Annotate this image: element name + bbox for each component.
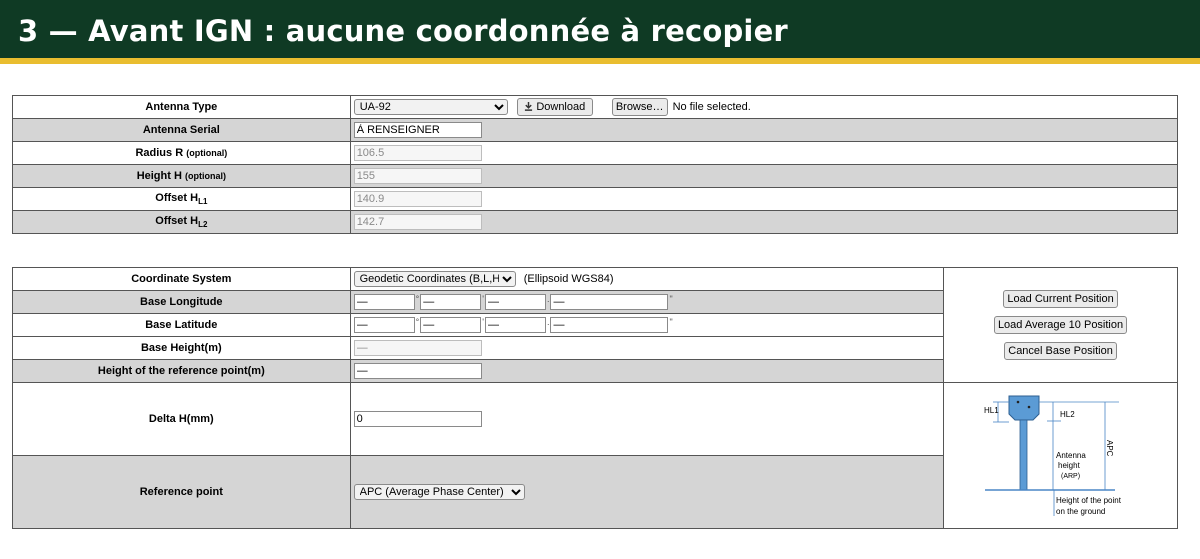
antenna-serial-cell bbox=[349, 118, 1179, 142]
height-label: Height H bbox=[136, 170, 182, 182]
download-icon bbox=[525, 102, 533, 111]
height-optional: (optional) bbox=[184, 171, 226, 181]
latitude-fraction-input[interactable] bbox=[550, 317, 669, 333]
apc-text: APC bbox=[1105, 440, 1114, 457]
reference-point-label: Reference point bbox=[12, 455, 351, 529]
antenna-type-cell: UA-92 Download Browse… No file selected. bbox=[349, 95, 1179, 119]
offset-l2-sub: L2 bbox=[198, 220, 208, 229]
longitude-minutes-input[interactable] bbox=[420, 294, 482, 310]
base-longitude-label: Base Longitude bbox=[12, 290, 351, 314]
minute-sep: ' bbox=[482, 294, 484, 304]
offset-l1-label-cell: Offset HL1 bbox=[12, 187, 351, 211]
delta-h-row: Delta H(mm) HL1 bbox=[12, 382, 1178, 529]
degree-sep: ° bbox=[415, 317, 420, 327]
page-title: 3 — Avant IGN : aucune coordonnée à reco… bbox=[18, 14, 788, 48]
longitude-fraction-input[interactable] bbox=[550, 294, 669, 310]
base-height-label: Base Height(m) bbox=[12, 336, 351, 360]
hl1-text: HL1 bbox=[984, 406, 999, 415]
base-table: Coordinate System Geodetic Coordinates (… bbox=[12, 267, 1178, 529]
ref-height-label: Height of the reference point(m) bbox=[12, 359, 351, 383]
ellipsoid-label: (Ellipsoid WGS84) bbox=[523, 272, 614, 285]
load-average-position-button[interactable]: Load Average 10 Position bbox=[993, 316, 1128, 334]
offset-l1-row: Offset HL1 bbox=[12, 187, 1179, 211]
antenna-head bbox=[1008, 395, 1040, 421]
height-label-cell: Height H (optional) bbox=[12, 164, 351, 188]
antenna-dot bbox=[1016, 400, 1019, 404]
offset-l1-cell bbox=[349, 187, 1179, 211]
latitude-seconds-input[interactable] bbox=[484, 317, 546, 333]
delta-h-input[interactable] bbox=[353, 411, 482, 427]
coordinate-system-select[interactable]: Geodetic Coordinates (B,L,H) bbox=[353, 271, 516, 287]
offset-l1-sub: L1 bbox=[198, 197, 208, 206]
browse-button[interactable]: Browse… bbox=[611, 98, 668, 116]
coordinate-system-cell: Geodetic Coordinates (B,L,H) (Ellipsoid … bbox=[349, 267, 945, 291]
antenna-pole bbox=[1019, 419, 1027, 491]
antenna-text: Antenna bbox=[1056, 451, 1086, 460]
antenna-serial-input[interactable] bbox=[353, 122, 482, 138]
reference-point-cell: APC (Average Phase Center) bbox=[349, 455, 945, 529]
antenna-dot bbox=[1027, 405, 1030, 409]
degree-sep: ° bbox=[415, 294, 420, 304]
cancel-base-position-button[interactable]: Cancel Base Position bbox=[1004, 342, 1117, 360]
offset-l1-label: Offset H bbox=[155, 192, 199, 204]
radius-input bbox=[353, 145, 482, 161]
ref-height-cell bbox=[349, 359, 945, 383]
radius-optional: (optional) bbox=[186, 148, 228, 158]
dot-sep: . bbox=[546, 317, 550, 327]
height-input bbox=[353, 168, 482, 184]
height-cell bbox=[349, 164, 1179, 188]
dot-sep: . bbox=[546, 294, 550, 304]
radius-row: Radius R (optional) bbox=[12, 141, 1179, 165]
second-sep: " bbox=[669, 294, 673, 304]
file-status: No file selected. bbox=[672, 100, 751, 113]
antenna-type-select[interactable]: UA-92 bbox=[353, 99, 508, 115]
download-button[interactable]: Download bbox=[516, 98, 593, 116]
page-header: 3 — Avant IGN : aucune coordonnée à reco… bbox=[0, 0, 1200, 58]
base-height-input bbox=[353, 340, 482, 356]
base-latitude-cell: ° '. " bbox=[349, 313, 945, 337]
antenna-serial-label: Antenna Serial bbox=[12, 118, 351, 142]
load-current-position-button[interactable]: Load Current Position bbox=[1003, 290, 1118, 308]
coordinate-system-label: Coordinate System bbox=[12, 267, 351, 291]
antenna-type-label: Antenna Type bbox=[12, 95, 351, 119]
antenna-table: Antenna Type UA-92 Download Browse… No f… bbox=[12, 95, 1179, 234]
latitude-minutes-input[interactable] bbox=[420, 317, 482, 333]
base-longitude-cell: ° '. " bbox=[349, 290, 945, 314]
reference-point-select[interactable]: APC (Average Phase Center) bbox=[353, 484, 525, 500]
antenna-diagram-cell: HL1 HL2 APC Antenna height (ARP) Height … bbox=[943, 382, 1178, 529]
offset-l2-input bbox=[353, 214, 482, 230]
delta-h-label: Delta H(mm) bbox=[12, 382, 351, 456]
base-height-cell bbox=[349, 336, 945, 360]
offset-l2-row: Offset HL2 bbox=[12, 210, 1179, 234]
offset-l2-label: Offset H bbox=[155, 215, 199, 227]
offset-l2-cell bbox=[349, 210, 1179, 234]
radius-label-cell: Radius R (optional) bbox=[12, 141, 351, 165]
second-sep: " bbox=[669, 317, 673, 327]
download-label: Download bbox=[536, 101, 586, 113]
offset-l1-input bbox=[353, 191, 482, 207]
latitude-degrees-input[interactable] bbox=[353, 317, 415, 333]
radius-label: Radius R bbox=[135, 147, 184, 159]
antenna-diagram: HL1 HL2 APC Antenna height (ARP) Height … bbox=[984, 395, 1122, 516]
ground-text-1: Height of the point bbox=[1056, 496, 1122, 505]
coordinate-system-row: Coordinate System Geodetic Coordinates (… bbox=[12, 267, 1178, 383]
minute-sep: ' bbox=[482, 317, 484, 327]
antenna-serial-row: Antenna Serial bbox=[12, 118, 1179, 142]
ground-text-2: on the ground bbox=[1056, 507, 1105, 516]
radius-cell bbox=[349, 141, 1179, 165]
delta-h-cell bbox=[349, 382, 945, 456]
height-row: Height H (optional) bbox=[12, 164, 1179, 188]
offset-l2-label-cell: Offset HL2 bbox=[12, 210, 351, 234]
height-text: height bbox=[1058, 461, 1081, 470]
position-buttons-cell: Load Current Position Load Average 10 Po… bbox=[943, 267, 1178, 383]
longitude-seconds-input[interactable] bbox=[484, 294, 546, 310]
base-latitude-label: Base Latitude bbox=[12, 313, 351, 337]
ref-height-input[interactable] bbox=[353, 363, 482, 379]
longitude-degrees-input[interactable] bbox=[353, 294, 415, 310]
antenna-type-row: Antenna Type UA-92 Download Browse… No f… bbox=[12, 95, 1179, 119]
arp-text: (ARP) bbox=[1061, 473, 1080, 480]
hl2-text: HL2 bbox=[1060, 410, 1075, 419]
